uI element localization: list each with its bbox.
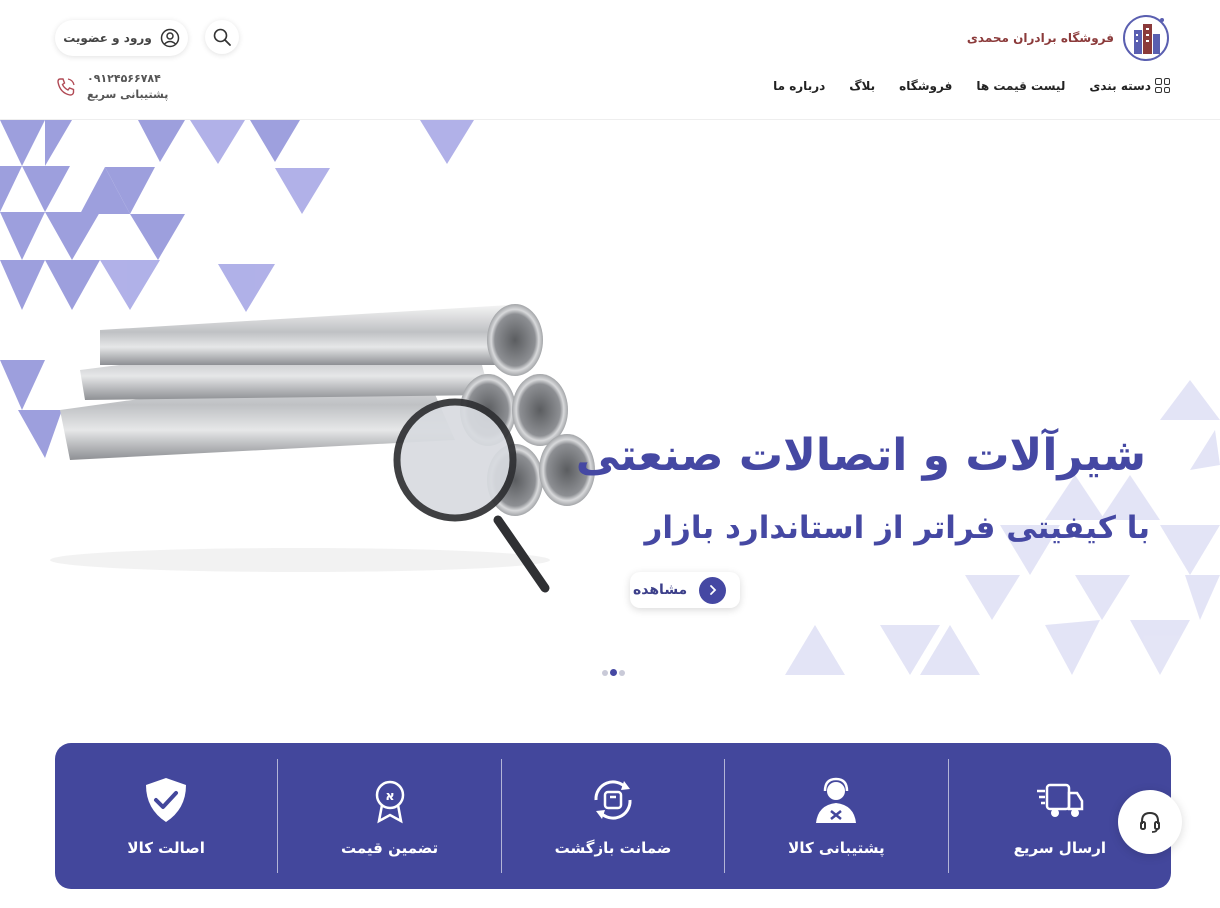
feature-label: اصالت کالا	[127, 839, 205, 857]
slider-dot[interactable]	[619, 669, 625, 676]
chat-support-button[interactable]	[1118, 790, 1182, 854]
chevron-right-icon	[699, 576, 726, 604]
search-icon	[213, 28, 231, 46]
hero-headline: شیرآلات و اتصالات صنعتی	[575, 430, 1147, 481]
headset-icon	[1140, 811, 1160, 833]
support-agent-icon	[816, 777, 857, 823]
slider-pagination	[602, 669, 625, 676]
user-circle-icon	[160, 28, 180, 48]
feature-label: تضمین قیمت	[340, 839, 439, 857]
nav-categories-label: دسته بندی	[1089, 78, 1151, 93]
feature-price-guarantee: א تضمین قیمت	[277, 759, 500, 873]
main-nav: دسته بندی لیست قیمت ها فروشگاه بلاگ دربا…	[773, 78, 1170, 93]
nav-blog[interactable]: بلاگ	[849, 79, 875, 93]
view-button[interactable]: مشاهده	[630, 572, 740, 608]
grid-menu-icon	[1155, 78, 1170, 93]
steel-pipes-image	[50, 304, 595, 593]
price-badge-icon: א	[375, 780, 404, 824]
view-button-label: مشاهده	[633, 582, 688, 598]
svg-text:א: א	[385, 789, 394, 804]
nav-categories[interactable]: دسته بندی	[1089, 78, 1170, 93]
brand-logo[interactable]: فروشگاه برادران محمدی	[967, 14, 1170, 62]
building-logo-icon	[1123, 15, 1169, 61]
feature-return-guarantee: ضمانت بازگشت	[500, 759, 724, 873]
nav-shop[interactable]: فروشگاه	[899, 79, 952, 93]
hero-background-triangles	[0, 120, 1220, 675]
login-register-button[interactable]: ورود و عضویت	[55, 20, 188, 56]
return-guarantee-icon	[594, 780, 632, 820]
slider-dot[interactable]	[602, 669, 608, 676]
brand-name: فروشگاه برادران محمدی	[966, 31, 1114, 45]
support-label: پشتیبانی سریع	[87, 88, 169, 101]
feature-label: ارسال سریع	[1013, 839, 1106, 857]
slider-dot-active[interactable]	[610, 669, 617, 676]
shield-check-icon	[146, 778, 187, 822]
nav-price-list[interactable]: لیست قیمت ها	[976, 79, 1065, 93]
feature-label: پشتیبانی کالا	[788, 839, 885, 857]
search-button[interactable]	[205, 20, 239, 54]
features-bar: ارسال سریع پشتیبانی کالا ضمانت بازگشت א …	[55, 743, 1171, 889]
feature-support: پشتیبانی کالا	[724, 759, 947, 873]
support-phone: ۰۹۱۲۴۵۶۶۷۸۴	[87, 72, 161, 85]
feature-label: ضمانت بازگشت	[554, 839, 672, 857]
login-label: ورود و عضویت	[63, 31, 152, 45]
phone-icon	[57, 78, 75, 96]
delivery-truck-icon	[1036, 783, 1084, 817]
nav-about[interactable]: درباره ما	[773, 79, 825, 93]
site-header: فروشگاه برادران محمدی دسته بندی لیست قیم…	[0, 0, 1220, 120]
hero-slider: شیرآلات و اتصالات صنعتی با کیفیتی فراتر …	[0, 120, 1220, 687]
support-contact[interactable]: ۰۹۱۲۴۵۶۶۷۸۴ پشتیبانی سریع	[55, 71, 168, 103]
feature-authenticity: اصالت کالا	[55, 759, 277, 873]
hero-subline: با کیفیتی فراتر از استاندارد بازار	[644, 510, 1150, 546]
